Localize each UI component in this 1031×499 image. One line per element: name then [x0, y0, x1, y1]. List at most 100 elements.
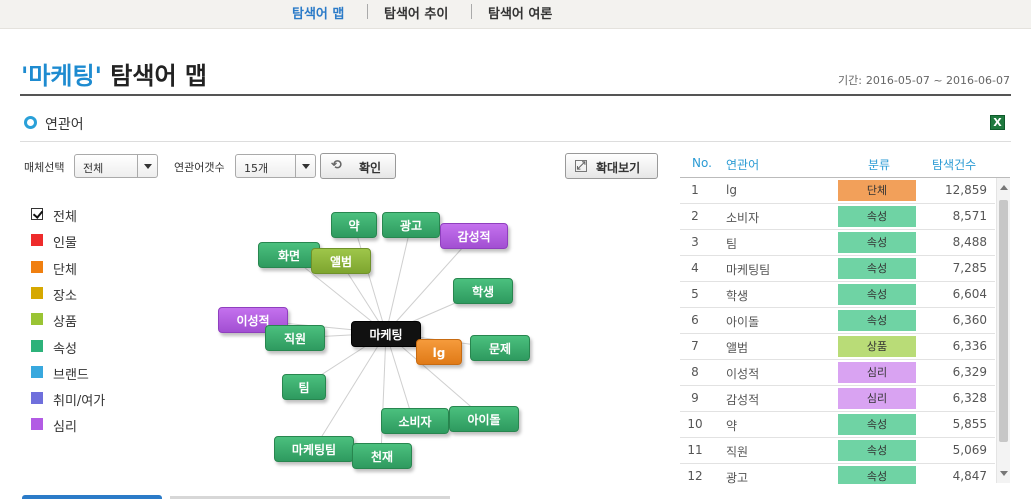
- table-row[interactable]: 11 직원 속성 5,069: [680, 438, 995, 464]
- row-no: 6: [691, 313, 699, 327]
- legend-label: 인물: [53, 236, 77, 252]
- table-row[interactable]: 7 앨범 상품 6,336: [680, 334, 995, 360]
- legend-label: 속성: [53, 341, 77, 357]
- table-row[interactable]: 6 아이돌 속성 6,360: [680, 308, 995, 334]
- count-select[interactable]: 15개: [235, 154, 316, 178]
- row-keyword: 감성적: [726, 393, 760, 407]
- row-no: 2: [691, 209, 699, 223]
- row-keyword: 직원: [726, 445, 749, 459]
- table-row[interactable]: 4 마케팅팀 속성 7,285: [680, 256, 995, 282]
- graph-node-cheonjae[interactable]: 천재: [352, 443, 412, 469]
- graph-node-haksaeng[interactable]: 학생: [453, 278, 513, 304]
- period-label: 기간:: [837, 74, 862, 87]
- tab-divider: [471, 4, 472, 19]
- col-keyword: 연관어: [726, 158, 760, 172]
- edge-gwanggo: [385, 224, 412, 334]
- row-no: 10: [687, 417, 703, 431]
- row-category-badge: 속성: [838, 258, 916, 279]
- tab-search-map[interactable]: 탐색어 맵: [292, 3, 344, 22]
- graph-node-yak[interactable]: 약: [331, 212, 377, 238]
- legend-swatch: [31, 339, 43, 352]
- scroll-down-icon[interactable]: [1000, 471, 1008, 476]
- legend-label: 단체: [53, 262, 77, 278]
- legend-label: 취미/여가: [53, 394, 106, 410]
- row-category-badge: 심리: [838, 388, 916, 409]
- confirm-button[interactable]: ⟲ 확인: [320, 153, 396, 179]
- tab-search-opinion[interactable]: 탐색어 여론: [488, 3, 552, 22]
- table-row[interactable]: 3 팀 속성 8,488: [680, 230, 995, 256]
- chevron-down-icon[interactable]: [137, 155, 157, 177]
- scroll-up-icon[interactable]: [1000, 185, 1008, 190]
- page-title-keyword: '마케팅': [21, 62, 102, 90]
- graph-node-sobija[interactable]: 소비자: [381, 408, 449, 434]
- media-select[interactable]: 전체: [74, 154, 158, 178]
- row-no: 7: [691, 339, 699, 353]
- tab-search-trend[interactable]: 탐색어 추이: [384, 3, 448, 22]
- table-row[interactable]: 5 학생 속성 6,604: [680, 282, 995, 308]
- legend-swatch: [31, 392, 43, 405]
- row-keyword: 약: [726, 419, 738, 433]
- expand-view-button[interactable]: ⤢ 확대보기: [565, 153, 658, 179]
- row-count: 5,855: [952, 417, 987, 431]
- row-count: 8,571: [952, 209, 987, 223]
- row-no: 5: [691, 287, 699, 301]
- chevron-down-icon[interactable]: [295, 155, 315, 177]
- row-category-badge: 속성: [838, 466, 916, 484]
- row-category-badge: 속성: [838, 414, 916, 435]
- expand-view-label: 확대보기: [596, 161, 641, 175]
- row-keyword: 앨범: [726, 341, 749, 355]
- graph-node-munje[interactable]: 문제: [470, 335, 530, 361]
- row-no: 11: [687, 443, 703, 457]
- page-title: '마케팅' 탐색어 맵: [21, 56, 207, 91]
- excel-icon[interactable]: X: [990, 115, 1005, 130]
- media-select-label: 매체선택: [24, 161, 65, 174]
- refresh-icon: ⟲: [331, 158, 342, 173]
- row-category-badge: 속성: [838, 310, 916, 331]
- row-count: 4,847: [952, 469, 987, 483]
- graph-node-gwanggo[interactable]: 광고: [382, 212, 440, 238]
- legend-label: 심리: [53, 420, 77, 436]
- table-row[interactable]: 9 감성적 심리 6,328: [680, 386, 995, 412]
- expand-icon: ⤢: [575, 159, 587, 172]
- media-select-value: 전체: [83, 162, 104, 175]
- legend-label: 장소: [53, 288, 77, 304]
- row-keyword: 이성적: [726, 367, 760, 381]
- graph-node-lg[interactable]: lg: [416, 339, 462, 365]
- graph-node-tim[interactable]: 팀: [282, 374, 326, 400]
- row-no: 9: [691, 391, 699, 405]
- graph-node-marketing-team[interactable]: 마케팅팀: [274, 436, 354, 462]
- row-category-badge: 속성: [838, 440, 916, 461]
- row-keyword: 학생: [726, 289, 749, 303]
- checkbox-icon[interactable]: [31, 208, 43, 220]
- count-select-label: 연관어갯수: [174, 161, 225, 174]
- legend-label: 브랜드: [53, 367, 89, 383]
- page-title-suffix: 탐색어 맵: [101, 62, 207, 90]
- top-nav: 탐색어 맵 탐색어 추이 탐색어 여론: [0, 0, 1031, 29]
- scroll-thumb[interactable]: [999, 200, 1008, 442]
- count-select-value: 15개: [244, 162, 269, 175]
- table-row[interactable]: 10 약 속성 5,855: [680, 412, 995, 438]
- title-divider: [20, 94, 1011, 96]
- row-keyword: lg: [726, 183, 737, 197]
- table-row[interactable]: 12 광고 속성 4,847: [680, 464, 995, 484]
- graph-node-idol[interactable]: 아이돌: [449, 406, 519, 432]
- graph-node-center[interactable]: 마케팅: [351, 321, 421, 347]
- col-no: No.: [692, 156, 712, 170]
- table-scrollbar[interactable]: [996, 178, 1010, 483]
- graph-node-gamseongjeok[interactable]: 감성적: [440, 223, 508, 249]
- table-row[interactable]: 2 소비자 속성 8,571: [680, 204, 995, 230]
- edge-cheonjae: [380, 332, 387, 456]
- row-category-badge: 상품: [838, 336, 916, 357]
- table-header: No. 연관어 분류 탐색건수: [680, 156, 1010, 176]
- graph-node-album[interactable]: 앨범: [311, 248, 371, 274]
- table-row[interactable]: 1 lg 단체 12,859: [680, 178, 995, 204]
- row-category-badge: 심리: [838, 362, 916, 383]
- row-keyword: 광고: [726, 471, 749, 484]
- legend-swatch: [31, 234, 43, 247]
- graph-node-jigwon[interactable]: 직원: [265, 325, 325, 351]
- table-row[interactable]: 8 이성적 심리 6,329: [680, 360, 995, 386]
- edge-yak: [353, 224, 387, 334]
- row-no: 4: [691, 261, 699, 275]
- row-no: 3: [691, 235, 699, 249]
- legend-swatch: [31, 260, 43, 273]
